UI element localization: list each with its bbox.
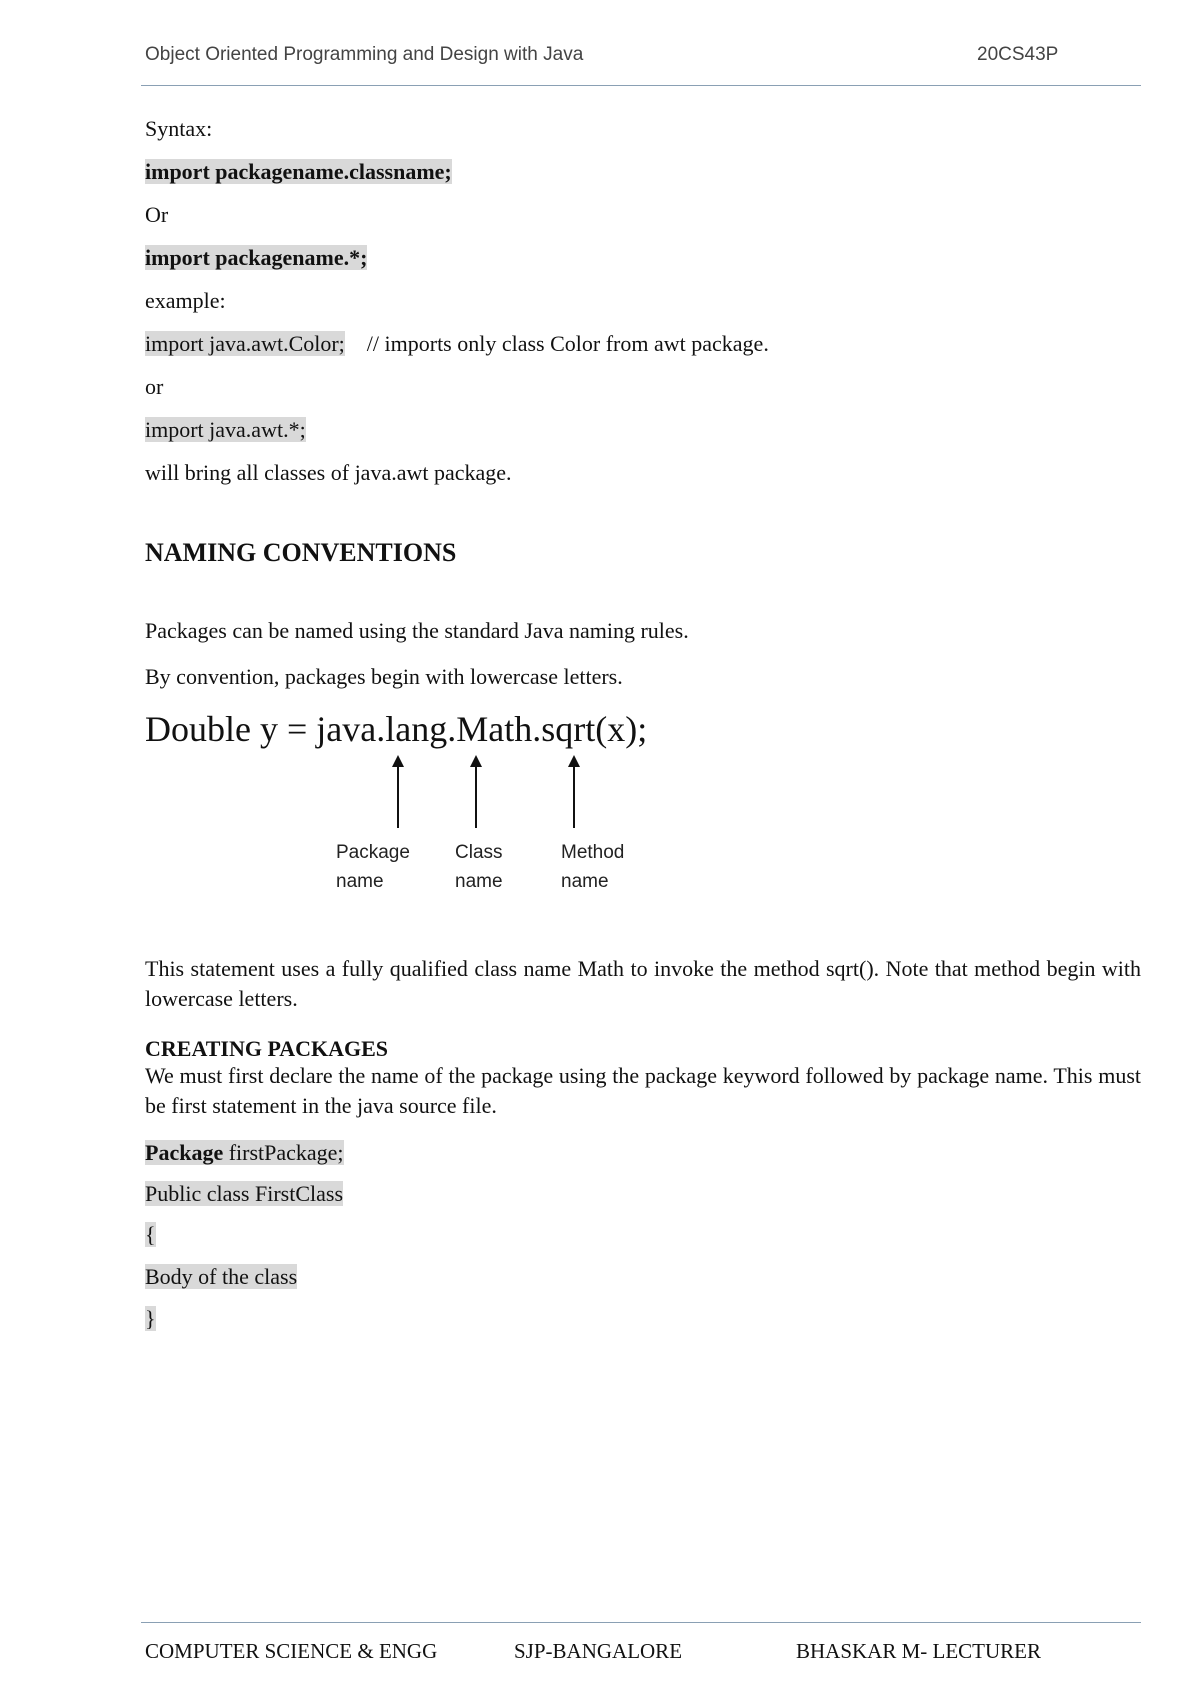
naming-statement: Double y = java.lang.Math.sqrt(x); (145, 709, 648, 749)
code-body: Body of the class (145, 1264, 298, 1289)
example-2-desc: will bring all classes of java.awt packa… (145, 460, 512, 485)
code-line-1-rest: firstPackage; (223, 1140, 344, 1165)
code-body-wrap: Body of the class (145, 1264, 298, 1290)
code-open-wrap: { (145, 1222, 156, 1248)
example-label: example: (145, 288, 226, 313)
label-package: Package name (336, 838, 410, 896)
example-1-comment: // imports only class Color from awt pac… (366, 331, 769, 356)
creating-heading: CREATING PACKAGES (145, 1036, 389, 1061)
code-close-wrap: } (145, 1306, 156, 1332)
code-open-brace: { (145, 1222, 156, 1247)
label-class-line2: name (455, 871, 503, 892)
footer-rule (141, 1622, 1141, 1623)
syntax-line-2-wrap: import packagename.*; (145, 245, 368, 271)
example-or: or (145, 374, 164, 399)
footer-college: SJP-BANGALORE (514, 1639, 683, 1663)
header-title: Object Oriented Programming and Design w… (145, 44, 584, 65)
header-rule (141, 85, 1141, 86)
code-line-2: Public class FirstClass (145, 1181, 344, 1206)
label-method: Method name (561, 838, 624, 896)
label-package-line1: Package (336, 842, 410, 863)
code-line-1: Package firstPackage; (145, 1140, 344, 1166)
code-close-brace: } (145, 1306, 156, 1331)
example-line-2-wrap: import java.awt.*; (145, 417, 306, 443)
syntax-line-1: import packagename.classname; (145, 159, 452, 184)
footer-author: BHASKAR M- LECTURER (796, 1639, 1042, 1663)
label-method-line1: Method (561, 842, 625, 863)
header-code: 20CS43P (977, 44, 1059, 65)
syntax-line-1-wrap: import packagename.classname; (145, 159, 452, 185)
syntax-label: Syntax: (145, 116, 213, 141)
naming-p1: Packages can be named using the standard… (145, 618, 689, 643)
label-class-line1: Class (455, 842, 503, 863)
label-method-line2: name (561, 871, 609, 892)
creating-text: We must first declare the name of the pa… (145, 1063, 1141, 1118)
syntax-line-2: import packagename.*; (145, 245, 368, 270)
example-2-code: import java.awt.*; (145, 417, 306, 442)
label-class: Class name (455, 838, 503, 896)
code-line-2-wrap: Public class FirstClass (145, 1181, 344, 1207)
example-line-1: import java.awt.Color; // imports only cl… (145, 331, 769, 357)
footer-dept: COMPUTER SCIENCE & ENGG (145, 1639, 438, 1663)
label-package-line2: name (336, 871, 384, 892)
example-1-code: import java.awt.Color; (145, 331, 345, 356)
naming-explanation: This statement uses a fully qualified cl… (145, 956, 1141, 1011)
code-keyword: Package (145, 1140, 224, 1165)
naming-p2: By convention, packages begin with lower… (145, 664, 623, 689)
naming-heading: NAMING CONVENTIONS (145, 538, 457, 567)
syntax-or: Or (145, 202, 169, 227)
